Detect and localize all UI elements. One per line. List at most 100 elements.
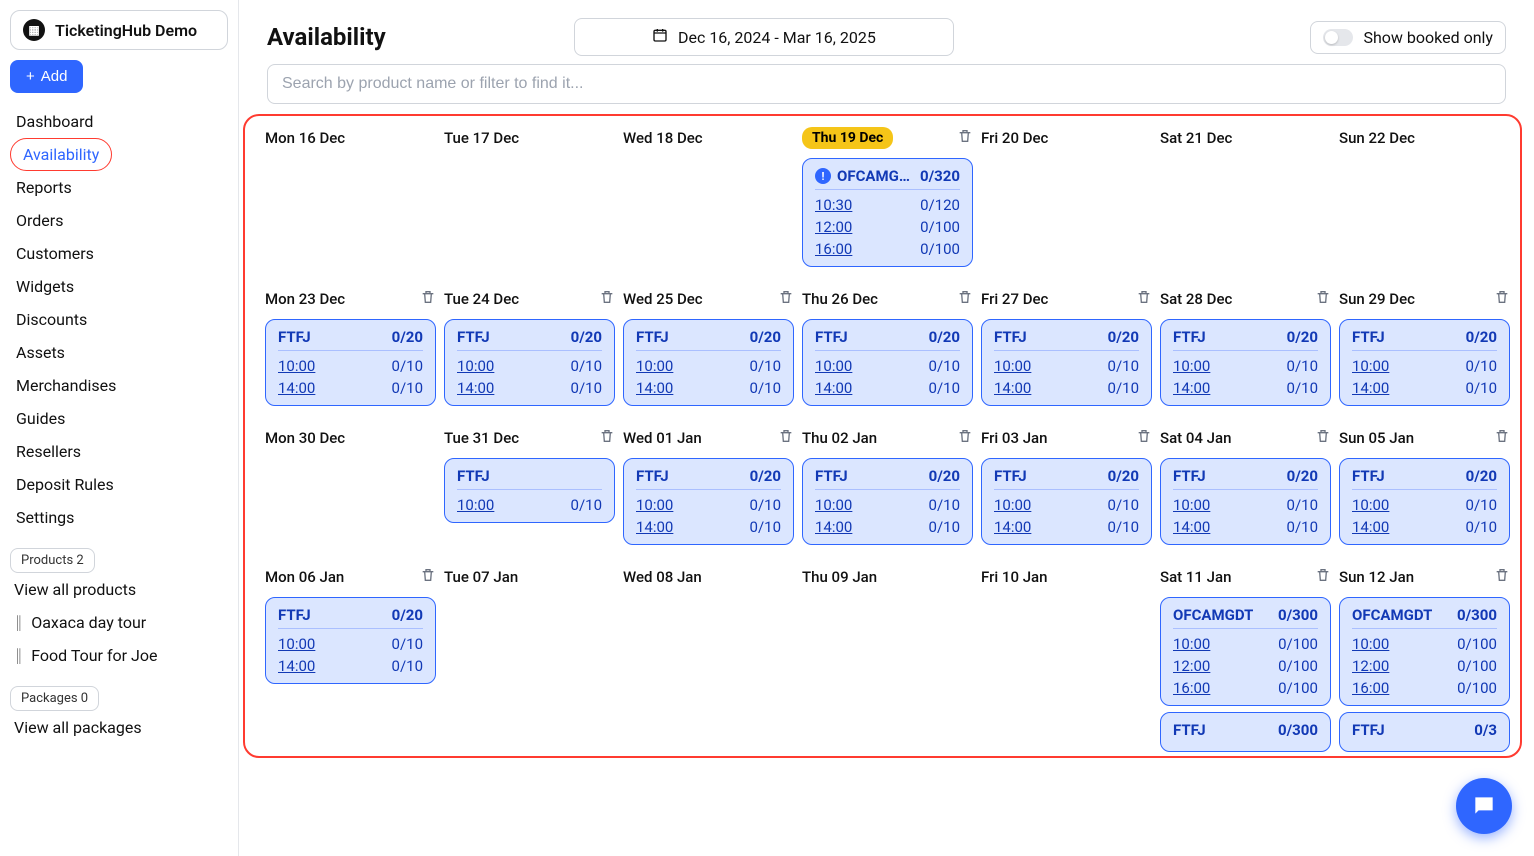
slot-time-link[interactable]: 10:00 xyxy=(994,357,1031,375)
sidebar-item-resellers[interactable]: Resellers xyxy=(10,435,228,468)
delete-day-icon[interactable] xyxy=(1136,289,1152,309)
product-link[interactable]: View all products xyxy=(10,573,228,606)
slot-time-link[interactable]: 14:00 xyxy=(815,379,852,397)
product-link[interactable]: ║Food Tour for Joe xyxy=(10,639,228,672)
availability-card[interactable]: FTFJ0/2010:000/1014:000/10 xyxy=(1160,319,1331,406)
slot-time-link[interactable]: 14:00 xyxy=(994,518,1031,536)
availability-card[interactable]: !OFCAMGDT0/32010:300/12012:000/10016:000… xyxy=(802,158,973,267)
slot-time-link[interactable]: 10:00 xyxy=(1173,635,1210,653)
slot-time-link[interactable]: 14:00 xyxy=(1352,379,1389,397)
availability-card[interactable]: FTFJ0/2010:000/1014:000/10 xyxy=(1160,458,1331,545)
availability-card[interactable]: FTFJ0/2010:000/1014:000/10 xyxy=(1339,319,1510,406)
package-link[interactable]: View all packages xyxy=(10,711,228,744)
search-input[interactable] xyxy=(267,64,1506,104)
delete-day-icon[interactable] xyxy=(420,289,436,309)
sidebar-item-reports[interactable]: Reports xyxy=(10,171,228,204)
products-chip[interactable]: Products 2 xyxy=(10,548,95,573)
sidebar-item-guides[interactable]: Guides xyxy=(10,402,228,435)
slot-time-link[interactable]: 16:00 xyxy=(815,240,852,258)
availability-card[interactable]: FTFJ0/2010:000/1014:000/10 xyxy=(265,597,436,684)
delete-day-icon[interactable] xyxy=(1494,289,1510,309)
delete-day-icon[interactable] xyxy=(957,289,973,309)
slot-time-link[interactable]: 10:00 xyxy=(1352,496,1389,514)
add-button[interactable]: + Add xyxy=(10,60,83,93)
sidebar-item-settings[interactable]: Settings xyxy=(10,501,228,534)
delete-day-icon[interactable] xyxy=(599,428,615,448)
delete-day-icon[interactable] xyxy=(420,567,436,587)
slot-time-link[interactable]: 16:00 xyxy=(1173,679,1210,697)
slot-time-link[interactable]: 12:00 xyxy=(815,218,852,236)
delete-day-icon[interactable] xyxy=(1136,428,1152,448)
slot-time-link[interactable]: 10:00 xyxy=(636,496,673,514)
sidebar-item-assets[interactable]: Assets xyxy=(10,336,228,369)
availability-card[interactable]: OFCAMGDT0/30010:000/10012:000/10016:000/… xyxy=(1339,597,1510,706)
slot-time-link[interactable]: 10:00 xyxy=(815,496,852,514)
availability-card[interactable]: FTFJ0/2010:000/1014:000/10 xyxy=(444,319,615,406)
slot-time-link[interactable]: 14:00 xyxy=(1173,518,1210,536)
slot-time-link[interactable]: 14:00 xyxy=(457,379,494,397)
slot-time-link[interactable]: 10:00 xyxy=(815,357,852,375)
packages-chip[interactable]: Packages 0 xyxy=(10,686,99,711)
date-range-picker[interactable]: Dec 16, 2024 - Mar 16, 2025 xyxy=(574,18,954,56)
availability-card[interactable]: FTFJ0/2010:000/1014:000/10 xyxy=(981,458,1152,545)
chat-launcher[interactable] xyxy=(1456,778,1512,834)
sidebar-item-merchandises[interactable]: Merchandises xyxy=(10,369,228,402)
delete-day-icon[interactable] xyxy=(957,128,973,148)
slot-time-link[interactable]: 10:00 xyxy=(636,357,673,375)
slot-time-link[interactable]: 14:00 xyxy=(815,518,852,536)
delete-day-icon[interactable] xyxy=(1494,428,1510,448)
slot-time-link[interactable]: 10:00 xyxy=(1173,357,1210,375)
availability-card[interactable]: FTFJ0/2010:000/1014:000/10 xyxy=(802,458,973,545)
availability-card[interactable]: FTFJ0/2010:000/1014:000/10 xyxy=(623,458,794,545)
slot-time-link[interactable]: 12:00 xyxy=(1173,657,1210,675)
sidebar-item-orders[interactable]: Orders xyxy=(10,204,228,237)
availability-card[interactable]: FTFJ0/3 xyxy=(1339,712,1510,752)
delete-day-icon[interactable] xyxy=(957,428,973,448)
sidebar-item-availability[interactable]: Availability xyxy=(10,138,112,171)
slot-time-link[interactable]: 14:00 xyxy=(636,379,673,397)
delete-day-icon[interactable] xyxy=(1315,567,1331,587)
slot-time-link[interactable]: 10:00 xyxy=(457,496,494,514)
slot-time-link[interactable]: 12:00 xyxy=(1352,657,1389,675)
product-link[interactable]: ║Oaxaca day tour xyxy=(10,606,228,639)
sidebar-item-widgets[interactable]: Widgets xyxy=(10,270,228,303)
brand-selector[interactable]: ▦ TicketingHub Demo xyxy=(10,10,228,50)
slot-time-link[interactable]: 10:00 xyxy=(1352,635,1389,653)
delete-day-icon[interactable] xyxy=(599,289,615,309)
slot-time-link[interactable]: 10:00 xyxy=(994,496,1031,514)
delete-day-icon[interactable] xyxy=(1315,428,1331,448)
slot-time-link[interactable]: 10:00 xyxy=(1352,357,1389,375)
slot-time-link[interactable]: 10:00 xyxy=(457,357,494,375)
show-booked-only-toggle[interactable]: Show booked only xyxy=(1310,21,1506,54)
slot-time-link[interactable]: 14:00 xyxy=(1352,518,1389,536)
slot-time-link[interactable]: 10:00 xyxy=(278,357,315,375)
delete-day-icon[interactable] xyxy=(1494,567,1510,587)
availability-card[interactable]: FTFJ0/300 xyxy=(1160,712,1331,752)
sidebar-item-deposit-rules[interactable]: Deposit Rules xyxy=(10,468,228,501)
availability-card[interactable]: FTFJ0/2010:000/1014:000/10 xyxy=(1339,458,1510,545)
availability-card[interactable]: FTFJ0/2010:000/1014:000/10 xyxy=(623,319,794,406)
slot-time-link[interactable]: 16:00 xyxy=(1352,679,1389,697)
slot-time-link[interactable]: 10:30 xyxy=(815,196,852,214)
sidebar-item-discounts[interactable]: Discounts xyxy=(10,303,228,336)
delete-day-icon[interactable] xyxy=(778,289,794,309)
slot-time-link[interactable]: 14:00 xyxy=(278,657,315,675)
availability-card[interactable]: OFCAMGDT0/30010:000/10012:000/10016:000/… xyxy=(1160,597,1331,706)
availability-card[interactable]: FTFJ10:000/10 xyxy=(444,458,615,523)
slot-time-link[interactable]: 10:00 xyxy=(1173,496,1210,514)
availability-card[interactable]: FTFJ0/2010:000/1014:000/10 xyxy=(265,319,436,406)
delete-day-icon[interactable] xyxy=(1315,289,1331,309)
availability-card[interactable]: FTFJ0/2010:000/1014:000/10 xyxy=(981,319,1152,406)
sidebar: ▦ TicketingHub Demo + Add DashboardAvail… xyxy=(0,0,239,856)
delete-day-icon[interactable] xyxy=(778,428,794,448)
slot-time-link[interactable]: 14:00 xyxy=(278,379,315,397)
drag-handle-icon[interactable]: ║ xyxy=(14,615,23,631)
slot-time-link[interactable]: 14:00 xyxy=(636,518,673,536)
drag-handle-icon[interactable]: ║ xyxy=(14,648,23,664)
availability-card[interactable]: FTFJ0/2010:000/1014:000/10 xyxy=(802,319,973,406)
slot-time-link[interactable]: 14:00 xyxy=(1173,379,1210,397)
sidebar-item-dashboard[interactable]: Dashboard xyxy=(10,105,228,138)
slot-time-link[interactable]: 14:00 xyxy=(994,379,1031,397)
slot-time-link[interactable]: 10:00 xyxy=(278,635,315,653)
sidebar-item-customers[interactable]: Customers xyxy=(10,237,228,270)
